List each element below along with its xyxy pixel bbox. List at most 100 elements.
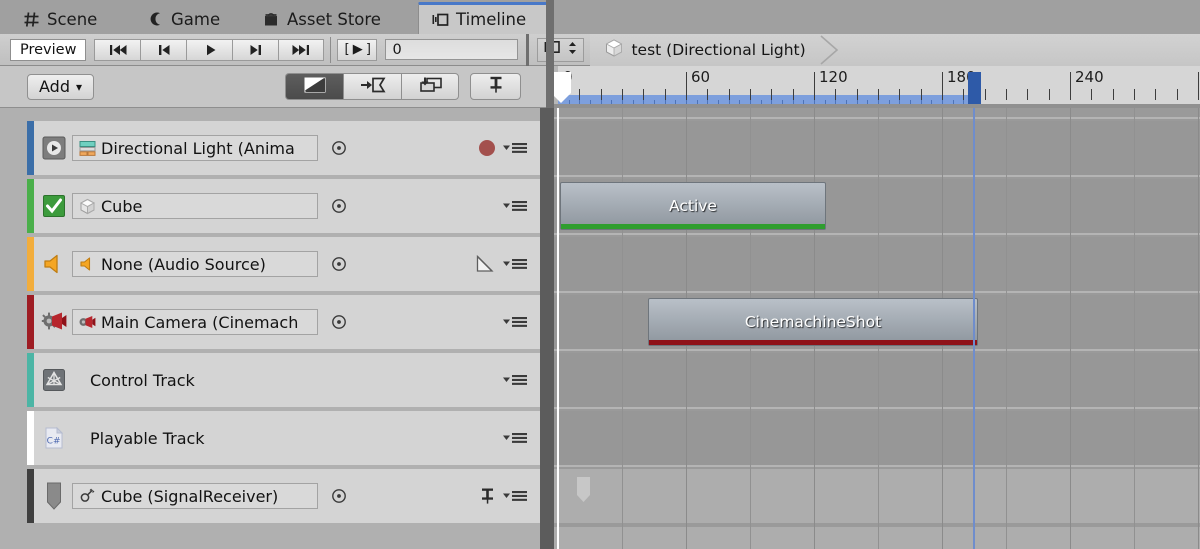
tab-game[interactable]: Game — [134, 4, 239, 34]
track-header-row[interactable]: C# Playable Track — [27, 411, 540, 465]
timeline-view-options-button[interactable] — [537, 37, 585, 62]
track-binding-field[interactable]: Main Camera (Cinemach — [72, 309, 318, 335]
breadcrumb[interactable]: test (Directional Light) — [590, 33, 1200, 66]
cube-icon — [78, 197, 96, 215]
timeline-ruler[interactable]: 060120180240300 — [554, 66, 1200, 108]
track-binding-label: Cube — [101, 196, 143, 216]
replace-mode-button[interactable] — [401, 73, 459, 100]
object-picker-button[interactable] — [331, 256, 347, 272]
track-header-list: Directional Light (Anima Cube None (Audi… — [0, 108, 540, 549]
signal-track-icon[interactable] — [41, 482, 67, 510]
track-header-row[interactable]: Main Camera (Cinemach — [27, 295, 540, 349]
timeline-lane[interactable] — [554, 353, 1200, 407]
checkbox-checked-icon[interactable] — [41, 193, 67, 219]
track-binding-field[interactable]: None (Audio Source) — [72, 251, 318, 277]
lane-separator — [554, 465, 1200, 467]
timeline-clip[interactable]: CinemachineShot — [648, 298, 978, 346]
ruler-minor-tick — [1006, 89, 1007, 100]
track-header-row[interactable]: Control Track — [27, 353, 540, 407]
ruler-minor-tick — [899, 89, 901, 100]
play-button[interactable] — [186, 38, 233, 61]
panel-splitter[interactable] — [540, 108, 554, 549]
skip-forward-icon — [292, 44, 310, 55]
ripple-mode-button[interactable] — [343, 73, 401, 100]
animation-track-icon[interactable] — [41, 135, 67, 161]
lane-separator — [554, 349, 1200, 351]
track-name-label: Control Track — [90, 370, 195, 390]
track-header-row[interactable]: Directional Light (Anima — [27, 121, 540, 175]
grid-icon — [22, 10, 40, 28]
timeline-lane-empty[interactable] — [554, 527, 1200, 549]
track-menu-button[interactable] — [502, 140, 528, 156]
ruler-minor-tick — [792, 89, 794, 100]
add-track-button[interactable]: Add ▾ — [27, 73, 95, 100]
timeline-lane[interactable] — [554, 469, 1200, 523]
object-picker-button[interactable] — [331, 198, 347, 214]
lane-separator — [554, 175, 1200, 177]
chevron-right-icon — [817, 34, 843, 66]
track-menu-button[interactable] — [502, 256, 528, 272]
tab-asset-store[interactable]: Asset Store — [250, 4, 410, 34]
speaker-icon[interactable] — [41, 251, 67, 277]
tab-timeline[interactable]: Timeline — [418, 2, 551, 34]
ruler-tick-label: 60 — [691, 68, 711, 86]
object-picker-button[interactable] — [331, 314, 347, 330]
track-menu-button[interactable] — [502, 314, 528, 330]
next-frame-button[interactable] — [232, 38, 279, 61]
mix-mode-button[interactable] — [285, 73, 343, 100]
view-stepper-icon — [568, 40, 577, 59]
clip-label: Active — [669, 197, 717, 215]
track-binding-field[interactable]: Cube — [72, 193, 318, 219]
ruler-minor-tick — [984, 89, 986, 100]
track-menu-button[interactable] — [502, 372, 528, 388]
preview-button[interactable]: Preview — [10, 38, 87, 61]
mix-mode-icon — [302, 76, 328, 98]
ruler-minor-tick — [1091, 89, 1093, 100]
tab-scene[interactable]: Scene — [10, 4, 126, 34]
track-binding-field[interactable]: Cube (SignalReceiver) — [72, 483, 318, 509]
track-header-row[interactable]: Cube (SignalReceiver) — [27, 469, 540, 523]
editor-tab-bar: Scene Game Asset Store Timeline — [0, 0, 1200, 34]
lane-separator — [554, 233, 1200, 235]
skip-to-start-button[interactable] — [94, 38, 141, 61]
ruler-tick-label: 240 — [1075, 68, 1104, 86]
playhead-handle[interactable] — [554, 71, 572, 105]
track-menu-button[interactable] — [502, 488, 528, 504]
timeline-window: Scene Game Asset Store Timeline Preview … — [0, 0, 1200, 549]
timeline-clip[interactable]: Active — [560, 182, 826, 230]
store-icon — [262, 10, 280, 28]
ruler-major-tick — [1070, 72, 1071, 100]
signal-marker[interactable] — [576, 477, 591, 503]
toolbar-divider-1 — [330, 36, 332, 63]
track-header-row[interactable]: None (Audio Source) — [27, 237, 540, 291]
track-menu-button[interactable] — [502, 430, 528, 446]
previous-frame-button[interactable] — [140, 38, 187, 61]
csharp-script-icon[interactable]: C# — [41, 425, 67, 451]
track-row-actions — [479, 140, 528, 156]
track-menu-button[interactable] — [502, 198, 528, 214]
ruler-minor-tick — [1048, 89, 1050, 100]
cinemachine-icon[interactable] — [41, 309, 67, 335]
timeline-lane[interactable] — [554, 237, 1200, 291]
timeline-lane[interactable] — [554, 411, 1200, 465]
timeline-clip-area[interactable]: Active CinemachineShot — [554, 108, 1200, 549]
ruler-major-tick — [1198, 72, 1199, 100]
skip-to-end-button[interactable] — [278, 38, 325, 61]
object-picker-button[interactable] — [331, 488, 347, 504]
end-marker[interactable] — [968, 72, 981, 104]
object-picker-button[interactable] — [331, 140, 347, 156]
pin-icon[interactable] — [480, 487, 495, 505]
lock-timeline-button[interactable] — [470, 73, 521, 100]
current-frame-input[interactable]: 0 — [385, 39, 519, 60]
track-header-row[interactable]: Cube — [27, 179, 540, 233]
timeline-lane[interactable] — [554, 121, 1200, 175]
clip-type-bar — [561, 224, 825, 229]
play-range-button[interactable]: [ ▶ ] — [337, 38, 378, 61]
track-accent-bar — [27, 411, 34, 465]
record-button[interactable] — [479, 140, 495, 156]
ruler-minor-tick — [835, 89, 837, 100]
track-binding-field[interactable]: Directional Light (Anima — [72, 135, 318, 161]
ruler-major-tick — [814, 72, 815, 100]
unity-icon[interactable] — [41, 367, 67, 393]
curves-icon[interactable] — [475, 254, 495, 274]
